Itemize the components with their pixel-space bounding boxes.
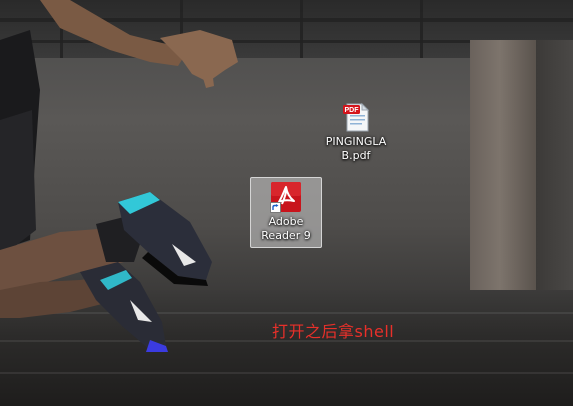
desktop[interactable]: PDF PINGINGLA B.pdf Adobe Reader 9 打开之后拿…	[0, 0, 573, 406]
desktop-icon-pdf-file[interactable]: PDF PINGINGLA B.pdf	[320, 97, 392, 168]
icon-label-line1: Adobe	[268, 215, 304, 228]
svg-text:PDF: PDF	[345, 107, 360, 114]
desktop-icon-adobe-reader[interactable]: Adobe Reader 9	[250, 177, 322, 248]
shortcut-arrow-icon	[270, 202, 281, 213]
annotation-text: 打开之后拿shell	[272, 322, 395, 341]
pdf-document-icon: PDF	[340, 101, 372, 133]
icon-label-line2: B.pdf	[341, 149, 371, 162]
icon-label-line2: Reader 9	[261, 229, 311, 242]
icon-label-line1: PINGINGLA	[325, 135, 387, 148]
adobe-reader-icon	[270, 181, 302, 213]
